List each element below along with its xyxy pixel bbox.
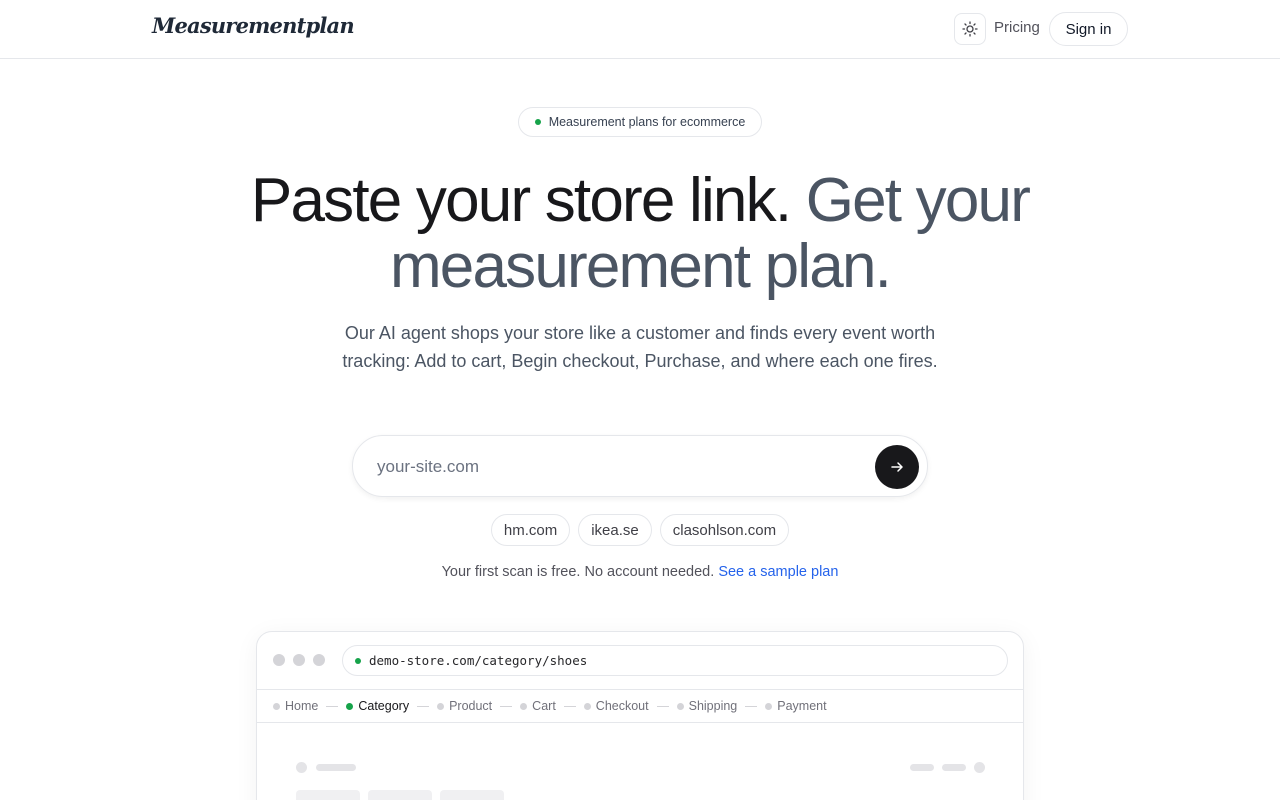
- arrow-right-icon: [891, 462, 903, 472]
- step-label: Product: [449, 699, 493, 713]
- free-scan-note: Your first scan is free. No account need…: [0, 564, 1280, 580]
- store-url-form: [352, 435, 928, 497]
- hero-subtitle: Our AI agent shops your store like a cus…: [342, 323, 938, 371]
- step-separator: [326, 705, 339, 707]
- step-separator: [500, 705, 513, 707]
- suggestion-chip[interactable]: hm.com: [490, 514, 571, 546]
- suggestion-chip[interactable]: ikea.se: [578, 514, 652, 546]
- signin-button[interactable]: Sign in: [1049, 12, 1128, 46]
- preview-url: demo-store.com/category/shoes: [369, 653, 588, 668]
- demo-preview-window: demo-store.com/category/shoes Home Categ…: [256, 631, 1024, 800]
- step-category: Category: [346, 699, 409, 713]
- step-checkout: Checkout: [583, 699, 649, 713]
- step-dot: [765, 702, 773, 710]
- tagline-badge: Measurement plans for ecommerce: [518, 107, 762, 137]
- step-payment: Payment: [765, 699, 827, 713]
- skeleton-tab: [368, 790, 432, 800]
- pricing-link[interactable]: Pricing: [994, 19, 1040, 36]
- step-separator: [656, 705, 669, 707]
- step-dot: [273, 702, 280, 710]
- step-cart: Cart: [520, 699, 556, 713]
- step-dot: [346, 702, 354, 710]
- hero-title-main: Paste your store link.: [250, 166, 792, 235]
- site-header: Measurementplan Pricing Sign in: [0, 0, 1280, 59]
- preview-url-bar: demo-store.com/category/shoes: [342, 645, 1008, 676]
- window-dot: [313, 654, 325, 666]
- badge-text: Measurement plans for ecommerce: [548, 115, 746, 129]
- skeleton-dot: [974, 762, 985, 773]
- step-label: Shipping: [688, 699, 738, 713]
- step-dot: [583, 702, 591, 710]
- funnel-steps: Home Category Product Cart Checkout Ship…: [257, 689, 1023, 723]
- step-separator: [745, 705, 758, 707]
- step-separator: [563, 705, 576, 707]
- skeleton-tab: [296, 790, 360, 800]
- store-url-input[interactable]: [377, 453, 857, 481]
- hero-title: Paste your store link. Get your measurem…: [140, 168, 1140, 300]
- skeleton-line: [316, 764, 356, 771]
- step-product: Product: [437, 699, 492, 713]
- secure-dot: [355, 657, 361, 664]
- window-controls: [273, 654, 325, 666]
- skeleton-dot: [296, 762, 307, 773]
- step-dot: [676, 702, 684, 710]
- step-label: Category: [358, 699, 410, 713]
- step-label: Home: [285, 699, 319, 713]
- skeleton-line: [910, 764, 934, 771]
- step-home: Home: [273, 699, 318, 713]
- step-label: Checkout: [595, 699, 649, 713]
- suggestion-chips: hm.com ikea.se clasohlson.com: [0, 514, 1280, 546]
- step-label: Payment: [777, 699, 827, 713]
- status-dot: [534, 119, 541, 125]
- step-dot: [520, 702, 528, 710]
- logo[interactable]: Measurementplan: [152, 13, 355, 38]
- submit-button[interactable]: [875, 445, 919, 489]
- step-dot: [437, 702, 445, 710]
- skeleton-tab: [440, 790, 504, 800]
- window-dot: [293, 654, 305, 666]
- step-shipping: Shipping: [676, 699, 738, 713]
- window-dot: [273, 654, 285, 666]
- skeleton-line: [942, 764, 966, 771]
- step-separator: [417, 705, 430, 707]
- sample-plan-link[interactable]: See a sample plan: [718, 564, 838, 580]
- suggestion-chip[interactable]: clasohlson.com: [659, 514, 790, 546]
- sun-icon: [962, 21, 978, 37]
- step-label: Cart: [532, 699, 556, 713]
- theme-toggle-button[interactable]: [954, 13, 986, 45]
- note-text: Your first scan is free. No account need…: [441, 564, 715, 580]
